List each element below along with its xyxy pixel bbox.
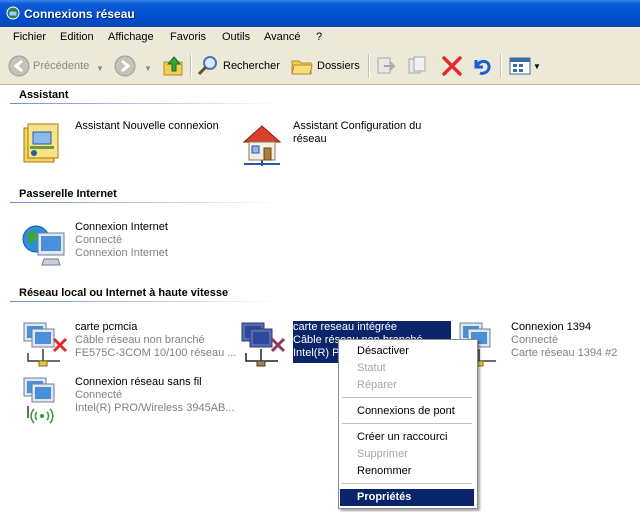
views-dropdown-icon: ▼ <box>533 61 541 71</box>
lan-disconnected-icon <box>23 322 68 367</box>
home-network-wizard-icon <box>242 125 282 166</box>
ctx-label: Réparer <box>357 379 397 391</box>
item-status: Connecté <box>75 389 123 401</box>
ctx-label: Désactiver <box>357 345 409 357</box>
item-title: Connexion réseau sans fil <box>75 376 202 388</box>
item-title: Connexion 1394 <box>511 321 592 333</box>
views-icon <box>509 57 531 75</box>
up-button[interactable] <box>162 52 186 80</box>
ctx-connexions-de-pont[interactable]: Connexions de pont <box>340 403 474 420</box>
ctx-proprietes[interactable]: Propriétés <box>340 489 474 506</box>
ctx-label: Statut <box>357 362 386 374</box>
search-label: Rechercher <box>223 60 280 72</box>
folders-button[interactable]: Dossiers <box>290 52 360 80</box>
ctx-desactiver[interactable]: Désactiver <box>340 343 474 360</box>
ctx-supprimer: Supprimer <box>340 446 474 463</box>
ctx-creer-raccourci[interactable]: Créer un raccourci <box>340 429 474 446</box>
group-reseau-local: Réseau local ou Internet à haute vitesse <box>19 287 229 299</box>
menu-bar: Fichier Edition Affichage Favoris Outils… <box>0 27 640 49</box>
group-passerelle-internet: Passerelle Internet <box>19 188 117 200</box>
file-list-pane[interactable]: Assistant Assistant Nouvelle connexion A… <box>0 85 640 512</box>
network-connections-icon <box>6 6 20 20</box>
undo-icon <box>474 59 491 75</box>
menu-avance[interactable]: Avancé <box>264 31 301 43</box>
title-bar[interactable]: Connexions réseau <box>0 0 640 27</box>
item-device: Carte réseau 1394 #2 <box>511 347 618 359</box>
item-title: Connexion Internet <box>75 221 168 233</box>
ctx-statut: Statut <box>340 360 474 377</box>
toolbar: Précédente ▼ ▼ Rechercher Dossiers ▼ <box>0 48 640 85</box>
menu-favoris[interactable]: Favoris <box>170 31 206 43</box>
item-device: FE575C-3COM 10/100 réseau ... <box>75 347 237 359</box>
menu-fichier[interactable]: Fichier <box>13 31 46 43</box>
item-title: carte pcmcia <box>75 321 138 333</box>
item-label-line2: réseau <box>293 133 327 145</box>
item-device: Intel(R) PRO/Wireless 3945AB... <box>75 402 235 414</box>
forward-dropdown-icon[interactable]: ▼ <box>144 64 152 73</box>
new-connection-wizard-icon <box>23 123 59 163</box>
ctx-label: Créer un raccourci <box>357 431 448 443</box>
menu-outils[interactable]: Outils <box>222 31 250 43</box>
views-button[interactable]: ▼ <box>508 52 541 80</box>
ctx-label: Propriétés <box>357 491 412 503</box>
menu-affichage[interactable]: Affichage <box>108 31 154 43</box>
delete-button[interactable] <box>440 52 464 80</box>
ctx-label: Renommer <box>357 465 412 477</box>
ctx-renommer[interactable]: Renommer <box>340 463 474 480</box>
delete-x-icon <box>442 56 462 76</box>
folders-label: Dossiers <box>317 60 360 72</box>
ctx-label: Supprimer <box>357 448 408 460</box>
search-icon <box>197 56 217 76</box>
search-button[interactable]: Rechercher <box>196 52 280 80</box>
item-status: Câble réseau non branché <box>75 334 205 346</box>
folders-icon <box>291 60 313 75</box>
item-title: carte reseau intégrée <box>293 321 397 333</box>
back-dropdown-icon[interactable]: ▼ <box>96 64 104 73</box>
item-device: Connexion Internet <box>75 247 168 259</box>
back-label: Précédente <box>33 60 90 72</box>
forward-button[interactable] <box>114 52 136 80</box>
lan-disconnected-selected-icon <box>241 322 286 367</box>
ctx-reparer: Réparer <box>340 377 474 394</box>
move-to-button[interactable] <box>374 52 398 80</box>
item-label-line1: Assistant Configuration du <box>293 120 422 132</box>
undo-button[interactable] <box>470 52 494 80</box>
group-assistant: Assistant <box>19 89 69 101</box>
move-to-icon <box>377 57 396 74</box>
internet-gateway-icon <box>22 225 65 266</box>
forward-arrow-icon <box>114 55 136 77</box>
window-title: Connexions réseau <box>24 7 135 21</box>
menu-edition[interactable]: Edition <box>60 31 94 43</box>
folder-up-icon <box>163 56 183 76</box>
item-label: Assistant Nouvelle connexion <box>75 120 219 132</box>
copy-to-icon <box>408 56 426 74</box>
menu-help[interactable]: ? <box>316 31 322 43</box>
copy-to-button[interactable] <box>406 52 430 80</box>
back-button[interactable]: Précédente <box>8 52 89 80</box>
item-status: Connecté <box>75 234 123 246</box>
ctx-label: Connexions de pont <box>357 405 455 417</box>
context-menu: Désactiver Statut Réparer Connexions de … <box>338 339 478 509</box>
wireless-connection-icon <box>23 377 55 424</box>
back-arrow-icon <box>8 55 30 77</box>
item-status: Connecté <box>511 334 559 346</box>
